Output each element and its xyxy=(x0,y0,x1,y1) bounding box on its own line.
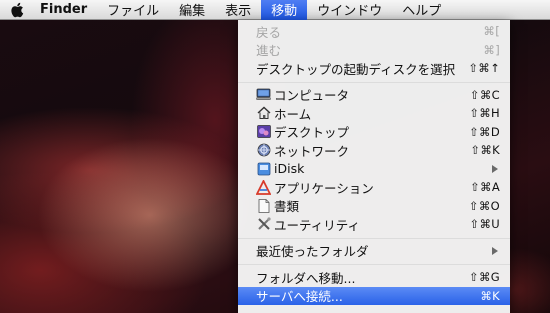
menu-item-utilities[interactable]: ユーティリティ ⇧⌘U xyxy=(238,215,510,234)
apple-menu[interactable] xyxy=(0,0,34,20)
menu-item-label: ユーティリティ xyxy=(274,217,361,233)
desktop-icon xyxy=(256,124,271,139)
menu-item-shortcut: ⇧⌘C xyxy=(469,87,500,102)
home-icon xyxy=(256,106,271,121)
menu-item-shortcut: ⇧⌘G xyxy=(469,270,500,285)
menu-item-shortcut: ⇧⌘A xyxy=(470,180,500,195)
menu-item-label: デスクトップの起動ディスクを選択 xyxy=(256,61,456,77)
menu-item-computer[interactable]: コンピュータ ⇧⌘C xyxy=(238,86,510,105)
menu-item-shortcut: ⌘[ xyxy=(483,24,500,39)
menu-item-shortcut: ⇧⌘K xyxy=(470,143,500,158)
menu-go[interactable]: 移動 xyxy=(261,0,308,20)
menu-item-shortcut: ⇧⌘H xyxy=(469,106,500,121)
menu-finder[interactable]: Finder xyxy=(34,0,97,20)
menu-edit[interactable]: 編集 xyxy=(169,0,215,20)
menu-item-forward[interactable]: 進む ⌘] xyxy=(238,41,510,60)
menu-item-label: サーバへ接続... xyxy=(256,289,343,305)
menu-view[interactable]: 表示 xyxy=(215,0,261,20)
idisk-icon xyxy=(256,161,271,176)
menu-item-shortcut: ⇧⌘D xyxy=(469,124,500,139)
menu-item-shortcut: ⇧⌘O xyxy=(468,198,500,213)
menu-item-goto-folder[interactable]: フォルダへ移動... ⇧⌘G xyxy=(238,268,510,287)
go-menu-dropdown: 戻る ⌘[ 進む ⌘] デスクトップの起動ディスクを選択 ⇧⌘↑ コンピュータ … xyxy=(238,20,510,313)
menu-item-startup-disk[interactable]: デスクトップの起動ディスクを選択 ⇧⌘↑ xyxy=(238,59,510,78)
menu-item-label: 進む xyxy=(256,43,282,59)
menu-item-desktop[interactable]: デスクトップ ⇧⌘D xyxy=(238,123,510,142)
utilities-icon xyxy=(256,217,271,232)
menu-separator xyxy=(238,81,510,83)
computer-icon xyxy=(256,87,271,102)
menu-item-label: フォルダへ移動... xyxy=(256,270,356,286)
menu-item-applications[interactable]: アプリケーション ⇧⌘A xyxy=(238,178,510,197)
applications-icon xyxy=(256,179,271,195)
menu-item-home[interactable]: ホーム ⇧⌘H xyxy=(238,104,510,123)
apple-icon xyxy=(11,2,24,17)
menu-item-label: 書類 xyxy=(274,199,300,215)
menu-bar: Finder ファイル 編集 表示 移動 ウインドウ ヘルプ xyxy=(0,0,550,20)
menu-item-label: ホーム xyxy=(274,106,312,122)
menu-item-idisk[interactable]: iDisk xyxy=(238,160,510,179)
menu-separator xyxy=(238,237,510,239)
menu-item-connect-server[interactable]: サーバへ接続... ⌘K xyxy=(238,286,510,305)
menu-separator xyxy=(238,264,510,265)
menu-item-shortcut: ⇧⌘U xyxy=(469,217,500,232)
menu-item-shortcut: ⌘K xyxy=(480,288,500,303)
menu-item-documents[interactable]: 書類 ⇧⌘O xyxy=(238,197,510,216)
submenu-arrow-icon xyxy=(492,164,498,173)
menu-help[interactable]: ヘルプ xyxy=(392,0,451,20)
menu-item-shortcut: ⌘] xyxy=(483,42,500,57)
menu-item-label: 戻る xyxy=(256,24,282,40)
menu-item-shortcut: ⇧⌘↑ xyxy=(468,61,500,76)
menu-item-label: iDisk xyxy=(274,161,305,177)
documents-icon xyxy=(256,198,271,213)
menu-item-label: デスクトップ xyxy=(274,125,350,141)
menu-item-label: 最近使ったフォルダ xyxy=(256,244,369,260)
menu-item-label: コンピュータ xyxy=(274,88,350,104)
menu-item-label: アプリケーション xyxy=(274,180,374,196)
network-icon xyxy=(256,143,271,158)
menu-item-network[interactable]: ネットワーク ⇧⌘K xyxy=(238,141,510,160)
menu-window[interactable]: ウインドウ xyxy=(307,0,392,20)
menu-file[interactable]: ファイル xyxy=(97,0,169,20)
submenu-arrow-icon xyxy=(492,246,498,255)
menu-item-back[interactable]: 戻る ⌘[ xyxy=(238,22,510,41)
menu-item-recent-folders[interactable]: 最近使ったフォルダ xyxy=(238,242,510,261)
menu-item-label: ネットワーク xyxy=(274,143,350,159)
